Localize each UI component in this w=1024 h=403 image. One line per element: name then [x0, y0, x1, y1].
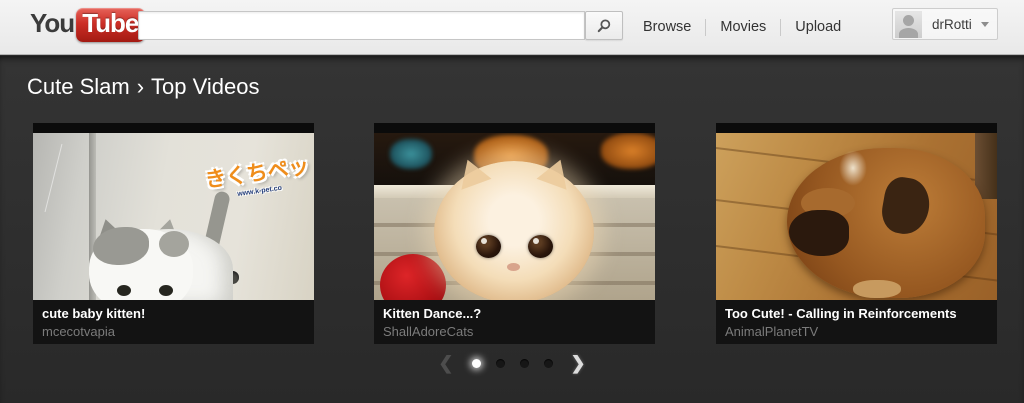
search-input[interactable]: [138, 11, 585, 40]
avatar-silhouette-body: [899, 28, 918, 38]
video-title[interactable]: Too Cute! - Calling in Reinforcements: [725, 306, 988, 321]
carousel-pager: ❮ ❯: [0, 354, 1024, 372]
teal-object: [390, 139, 432, 169]
kitten-face-illustration: [434, 161, 594, 300]
thumbnail-kitten-photo: [374, 133, 655, 300]
breadcrumb: Cute Slam › Top Videos: [27, 74, 260, 100]
breadcrumb-separator: ›: [137, 74, 144, 99]
door-edge-illustration: [975, 133, 997, 199]
video-info: cute baby kitten! mcecotvapia: [33, 300, 314, 344]
video-thumbnail[interactable]: [716, 123, 997, 300]
puppy-illustration: [787, 148, 985, 298]
youtube-logo[interactable]: YouTube: [30, 8, 145, 42]
orange-object: [601, 133, 655, 169]
thumbnail-puppy-photo: [716, 133, 997, 300]
kitten-eye-illustration: [528, 235, 553, 258]
nav-upload[interactable]: Upload: [795, 19, 841, 35]
chevron-down-icon: [981, 22, 989, 27]
logo-tube-text: Tube: [76, 8, 145, 42]
video-info: Kitten Dance...? ShallAdoreCats: [374, 300, 655, 344]
video-card[interactable]: Too Cute! - Calling in Reinforcements An…: [716, 123, 997, 344]
carousel-next-icon[interactable]: ❯: [571, 354, 586, 372]
puppy-paw-illustration: [853, 280, 901, 298]
carousel-dots: [472, 359, 553, 368]
video-author[interactable]: AnimalPlanetTV: [725, 324, 988, 339]
avatar-silhouette-head: [903, 15, 914, 26]
user-name: drRotti: [932, 17, 972, 32]
carousel-dot[interactable]: [544, 359, 553, 368]
nav-separator: [780, 19, 781, 36]
logo-you-text: You: [30, 8, 74, 38]
search-button[interactable]: [585, 11, 623, 40]
avatar: [895, 11, 922, 38]
carousel-dot[interactable]: [496, 359, 505, 368]
video-title[interactable]: Kitten Dance...?: [383, 306, 646, 321]
video-author[interactable]: mcecotvapia: [42, 324, 305, 339]
video-card[interactable]: Kitten Dance...? ShallAdoreCats: [374, 123, 655, 344]
kitten-fur-patch: [159, 231, 189, 257]
carousel-dot[interactable]: [472, 359, 481, 368]
top-header: YouTube Browse Movies Upload drRotti: [0, 0, 1024, 55]
video-card[interactable]: きくちペッ www.k-pet.co cute baby kitten! mce…: [33, 123, 314, 344]
puppy-muzzle-illustration: [789, 210, 849, 256]
carousel-dot[interactable]: [520, 359, 529, 368]
nav-movies[interactable]: Movies: [720, 19, 766, 35]
video-info: Too Cute! - Calling in Reinforcements An…: [716, 300, 997, 344]
eye-glint: [481, 238, 487, 244]
carousel-prev-icon[interactable]: ❮: [438, 354, 453, 372]
nav-browse[interactable]: Browse: [643, 19, 691, 35]
user-menu[interactable]: drRotti: [892, 8, 998, 40]
search-icon: [596, 18, 612, 34]
nav-separator: [705, 19, 706, 36]
video-thumbnail[interactable]: きくちペッ www.k-pet.co: [33, 123, 314, 300]
petshop-sticker: きくちペッ www.k-pet.co: [203, 150, 312, 202]
eye-glint: [533, 238, 539, 244]
thumbnail-kitten-photo: きくちペッ www.k-pet.co: [33, 133, 314, 300]
video-title[interactable]: cute baby kitten!: [42, 306, 305, 321]
puppy-ear-illustration: [878, 174, 933, 237]
breadcrumb-subsection: Top Videos: [151, 74, 259, 99]
content-stage: Cute Slam › Top Videos きくちペッ www.k-pet.co: [0, 56, 1024, 403]
kitten-nose-illustration: [507, 263, 520, 271]
kitten-eye-illustration: [117, 285, 131, 296]
kitten-eye-illustration: [476, 235, 501, 258]
video-thumbnail[interactable]: [374, 123, 655, 300]
puppy-white-blaze: [839, 150, 867, 186]
breadcrumb-section[interactable]: Cute Slam: [27, 74, 130, 99]
glass-reflection: [45, 144, 63, 212]
video-author[interactable]: ShallAdoreCats: [383, 324, 646, 339]
header-nav: Browse Movies Upload: [643, 0, 841, 54]
kitten-eye-illustration: [159, 285, 173, 296]
